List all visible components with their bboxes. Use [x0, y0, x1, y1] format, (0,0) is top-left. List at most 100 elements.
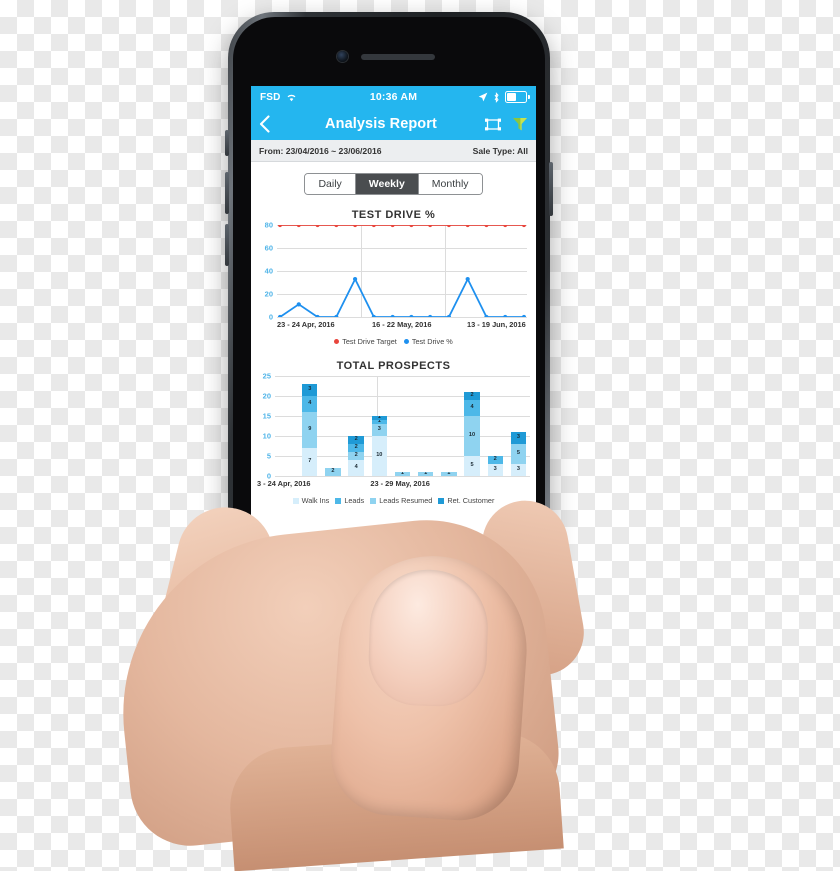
nav-bar: Analysis Report	[251, 108, 536, 140]
bar-stack[interactable]: 10 3 1 1	[371, 416, 387, 476]
y-tick-label: 20	[262, 391, 271, 401]
bar-segment[interactable]: 3	[371, 424, 387, 436]
mute-switch[interactable]	[225, 130, 229, 156]
data-point[interactable]	[409, 225, 414, 228]
data-point[interactable]	[521, 225, 527, 228]
segment-monthly[interactable]: Monthly	[418, 174, 482, 194]
data-point[interactable]	[503, 314, 508, 317]
data-point[interactable]	[503, 225, 508, 228]
data-point[interactable]	[428, 225, 433, 228]
bar-segment[interactable]: 10	[371, 436, 387, 476]
bar-segment[interactable]: 1	[394, 472, 411, 476]
volume-down-button[interactable]	[225, 224, 229, 266]
legend-swatch	[438, 497, 445, 504]
bar-segment[interactable]: 2	[348, 452, 364, 460]
bar-segment[interactable]: 7	[302, 448, 318, 476]
bar-stack[interactable]: 7943	[302, 384, 318, 476]
bar-segment[interactable]: 10	[464, 416, 480, 456]
data-point[interactable]	[521, 314, 527, 317]
bar-segment[interactable]: 3	[510, 464, 527, 476]
bar-segment[interactable]: 4	[464, 400, 480, 416]
bar-segment[interactable]: 5	[464, 456, 480, 476]
data-point[interactable]	[409, 314, 414, 317]
legend-swatch	[292, 497, 299, 504]
bar-stack[interactable]: 353	[510, 432, 527, 476]
bar-segment[interactable]: 4	[302, 396, 318, 412]
bar-stack[interactable]: 5 10 4 2	[464, 392, 480, 476]
x-tick-label: 3 - 24 Apr, 2016	[257, 479, 311, 488]
bar-stack[interactable]: 1	[418, 472, 434, 476]
legend-label: Ret. Customer	[447, 496, 495, 505]
bar-segment[interactable]: 3	[302, 384, 318, 396]
bar-segment[interactable]: 4	[348, 460, 364, 476]
filter-bar: From: 23/04/2016 ~ 23/06/2016 Sale Type:…	[251, 140, 536, 162]
location-arrow-icon	[478, 92, 488, 102]
fullscreen-icon[interactable]	[485, 118, 501, 131]
data-point[interactable]	[296, 225, 301, 228]
bar-segment[interactable]: 1	[418, 472, 434, 476]
bar-stack[interactable]: 32	[487, 456, 503, 476]
bar-segment[interactable]: 2	[348, 444, 364, 452]
test-drive-x-axis: 23 - 24 Apr, 2016 16 - 22 May, 2016 13 -…	[277, 320, 527, 333]
carrier-label: FSD	[260, 91, 281, 103]
legend-label: Test Drive Target	[342, 337, 397, 346]
bar-segment[interactable]: 2	[487, 456, 503, 464]
y-tick-label: 10	[262, 431, 271, 441]
bar-segment[interactable]: 1	[371, 420, 387, 424]
data-point[interactable]	[465, 276, 470, 282]
legend-label: Test Drive %	[411, 337, 453, 346]
data-point[interactable]	[315, 225, 320, 228]
y-tick-label: 5	[266, 451, 271, 461]
bar-segment[interactable]: 5	[510, 444, 527, 464]
battery-icon	[505, 91, 530, 103]
legend-item: Leads Resumed	[370, 496, 432, 505]
bar-segment[interactable]: 1	[371, 416, 387, 420]
data-point[interactable]	[390, 225, 395, 228]
bar-segment[interactable]: 2	[348, 436, 364, 444]
legend-swatch	[403, 339, 409, 344]
bar-segment[interactable]: 2	[464, 392, 480, 400]
test-drive-legend: Test Drive Target Test Drive %	[251, 337, 536, 346]
legend-item: Ret. Customer	[438, 496, 494, 505]
bar-stack[interactable]: 2	[325, 468, 341, 476]
segment-daily[interactable]: Daily	[305, 174, 356, 194]
y-tick-label: 40	[264, 266, 273, 276]
page-title: Analysis Report	[325, 116, 437, 132]
data-point[interactable]	[428, 314, 433, 317]
data-point[interactable]	[277, 225, 283, 228]
filter-funnel-icon[interactable]	[512, 117, 528, 132]
data-point[interactable]	[296, 302, 301, 307]
bar-stack[interactable]: 1	[394, 472, 411, 476]
data-point[interactable]	[352, 225, 358, 228]
power-button[interactable]	[549, 162, 553, 216]
sale-type-label: Sale Type: All	[472, 145, 528, 156]
legend-label: Leads	[344, 496, 365, 505]
back-button[interactable]	[259, 115, 281, 133]
legend-label: Walk Ins	[301, 496, 330, 505]
bar-segment[interactable]: 1	[441, 472, 457, 476]
test-drive-chart-title: TEST DRIVE %	[351, 209, 436, 221]
test-drive-chart: 0 20 40 60 80	[265, 221, 527, 322]
y-tick-label: 15	[262, 411, 271, 421]
data-point[interactable]	[446, 225, 452, 228]
data-point[interactable]	[352, 276, 358, 282]
data-point[interactable]	[390, 314, 395, 317]
bar-segment[interactable]: 2	[325, 468, 341, 476]
bar-segment[interactable]: 3	[487, 464, 503, 476]
bar-stack[interactable]: 1	[441, 472, 457, 476]
bar-segment[interactable]: 9	[302, 412, 318, 448]
legend-item: Test Drive Target	[334, 337, 397, 346]
y-tick-label: 0	[268, 312, 273, 322]
segment-weekly[interactable]: Weekly	[355, 174, 419, 194]
status-bar: FSD 10:36 AM	[251, 86, 536, 108]
bar-segment[interactable]: 3	[510, 432, 527, 444]
data-point[interactable]	[484, 225, 489, 228]
data-point[interactable]	[371, 225, 376, 228]
front-camera-icon	[337, 51, 348, 62]
volume-up-button[interactable]	[225, 172, 229, 214]
legend-swatch	[335, 497, 342, 504]
data-point[interactable]	[465, 225, 470, 228]
data-point[interactable]	[334, 225, 339, 228]
bar-stack[interactable]: 4222	[348, 436, 364, 476]
y-tick-label: 60	[264, 243, 273, 253]
